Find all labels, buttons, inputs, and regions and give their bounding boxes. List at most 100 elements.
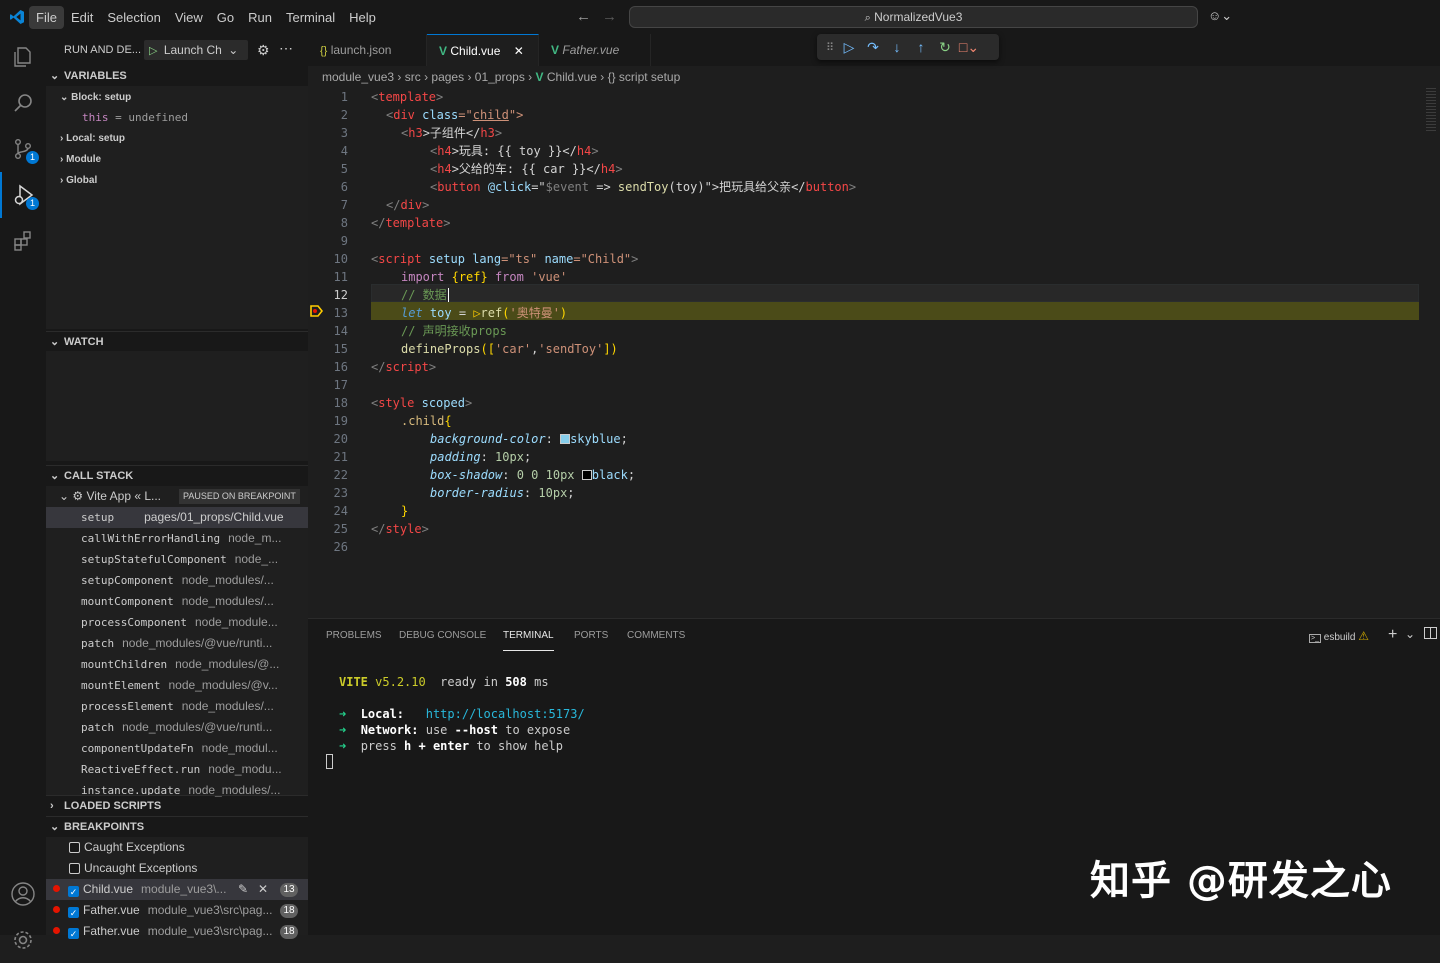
explorer-icon[interactable] — [0, 34, 46, 80]
frame-path: node_modules/@... — [175, 657, 280, 671]
tab-child-vue[interactable]: V Child.vue ✕ — [427, 34, 539, 66]
variable-this[interactable]: this = undefined — [46, 107, 308, 128]
call-stack-header[interactable]: ⌄ CALL STACK — [46, 465, 308, 485]
color-swatch-skyblue[interactable] — [560, 434, 571, 444]
tab-comments[interactable]: COMMENTS — [627, 619, 685, 653]
more-actions-icon[interactable]: ⋯ — [279, 40, 293, 57]
menu-help[interactable]: Help — [342, 6, 383, 29]
tab-problems[interactable]: PROBLEMS — [326, 619, 382, 653]
call-stack-thread[interactable]: ⌄ ⚙ Vite App « L... PAUSED ON BREAKPOINT — [46, 486, 308, 507]
stack-frame[interactable]: processComponent node_module... — [46, 612, 308, 633]
tab-launch-json[interactable]: {} launch.json — [308, 34, 427, 66]
scope-module[interactable]: › Module — [46, 149, 308, 170]
new-terminal-plus-icon[interactable]: + — [1388, 626, 1397, 644]
tab-father-vue[interactable]: V Father.vue — [539, 34, 651, 66]
breakpoint-checkbox[interactable]: ✓ — [68, 886, 79, 897]
stack-frame[interactable]: mountComponent node_modules/... — [46, 591, 308, 612]
back-arrow-icon[interactable]: ← — [576, 8, 591, 25]
split-layout-icon[interactable] — [1424, 627, 1437, 639]
step-into-icon[interactable]: ↓ — [885, 36, 909, 58]
breadcrumb-item[interactable]: 01_props — [475, 70, 525, 84]
drag-handle-icon[interactable]: ⠿ — [823, 36, 837, 58]
stop-icon[interactable]: □⌄ — [957, 36, 981, 58]
edit-pencil-icon[interactable]: ✎ — [238, 879, 248, 900]
stack-frame[interactable]: setupStatefulComponent node_... — [46, 549, 308, 570]
warning-icon: ⚠ — [1358, 629, 1370, 643]
scope-local-setup[interactable]: › Local: setup — [46, 128, 308, 149]
stack-frame[interactable]: mountElement node_modules/@v... — [46, 675, 308, 696]
tab-terminal[interactable]: TERMINAL — [503, 622, 554, 651]
breakpoint-row[interactable]: ✓ Father.vue module_vue3\src\pag... 18 — [46, 921, 308, 942]
terminal-instance[interactable]: >_ esbuild ⚠ — [1309, 628, 1369, 644]
settings-gear-icon[interactable]: ⚙ — [257, 42, 270, 59]
close-icon[interactable]: ✕ — [514, 44, 524, 58]
frame-name: patch — [81, 637, 115, 650]
menu-go[interactable]: Go — [210, 6, 241, 29]
step-over-icon[interactable]: ↷ — [861, 36, 885, 58]
stack-frame[interactable]: mountChildren node_modules/@... — [46, 654, 308, 675]
loaded-scripts-header[interactable]: › LOADED SCRIPTS — [46, 795, 308, 815]
caught-exceptions-row[interactable]: Caught Exceptions — [46, 837, 308, 858]
breakpoints-header[interactable]: ⌄ BREAKPOINTS — [46, 816, 308, 836]
color-swatch-black[interactable] — [581, 470, 592, 480]
menu-edit[interactable]: Edit — [64, 6, 100, 29]
line-number: 15 — [333, 342, 348, 356]
uncaught-exceptions-checkbox[interactable] — [69, 863, 80, 874]
tab-ports[interactable]: PORTS — [574, 619, 608, 653]
stack-frame[interactable]: patch node_modules/@vue/runti... — [46, 717, 308, 738]
stack-frame[interactable]: patch node_modules/@vue/runti... — [46, 633, 308, 654]
code-line-5: <h4>父给的车: {{ car }}</h4> — [430, 162, 623, 176]
scope-global[interactable]: › Global — [46, 170, 308, 191]
menu-view[interactable]: View — [168, 6, 210, 29]
breadcrumb-item[interactable]: pages — [431, 70, 464, 84]
source-control-icon[interactable]: 1 — [0, 126, 46, 172]
stack-frame[interactable]: ReactiveEffect.run node_modu... — [46, 759, 308, 780]
breakpoint-checkbox[interactable]: ✓ — [68, 907, 79, 918]
breakpoint-checkbox[interactable]: ✓ — [68, 928, 79, 939]
line-number: 14 — [333, 324, 348, 338]
watch-header[interactable]: ⌄ WATCH — [46, 331, 308, 351]
chevron-down-icon: ⌄ — [228, 43, 239, 57]
stack-frame[interactable]: setupComponent node_modules/... — [46, 570, 308, 591]
menu-terminal[interactable]: Terminal — [279, 6, 342, 29]
chevron-down-icon: ⌄ — [60, 92, 69, 103]
restart-icon[interactable]: ↻ — [933, 36, 957, 58]
watch-title: WATCH — [64, 336, 104, 348]
tab-debug-console[interactable]: DEBUG CONSOLE — [399, 619, 486, 653]
menu-run[interactable]: Run — [241, 6, 279, 29]
copilot-icon[interactable]: ☺⌄ — [1208, 8, 1232, 24]
account-icon[interactable] — [0, 871, 46, 917]
breadcrumb-item[interactable]: src — [405, 70, 421, 84]
stack-frame[interactable]: componentUpdateFn node_modul... — [46, 738, 308, 759]
menu-selection[interactable]: Selection — [100, 6, 167, 29]
menu-file[interactable]: File — [29, 5, 64, 29]
search-activity-icon[interactable] — [0, 80, 46, 126]
manage-gear-icon[interactable] — [0, 917, 46, 963]
stack-frame[interactable]: setup pages/01_props/Child.vue — [46, 507, 308, 528]
breakpoint-row[interactable]: ✓ Father.vue module_vue3\src\pag... 18 — [46, 900, 308, 921]
minimap-scrollbar[interactable] — [1426, 88, 1440, 618]
code-editor[interactable]: 1 2 3 4 5 6 7 8 9 10 11 12 13 14 15 16 1… — [308, 88, 1440, 618]
continue-icon[interactable]: ▷ — [837, 36, 861, 58]
remove-close-icon[interactable]: ✕ — [258, 879, 268, 900]
forward-arrow-icon[interactable]: → — [602, 8, 617, 25]
breadcrumb-item[interactable]: module_vue3 — [322, 70, 394, 84]
uncaught-exceptions-row[interactable]: Uncaught Exceptions — [46, 858, 308, 879]
scope-label: Local: setup — [66, 133, 126, 144]
scope-block-setup[interactable]: ⌄ Block: setup — [46, 87, 308, 108]
step-out-icon[interactable]: ↑ — [909, 36, 933, 58]
caught-exceptions-checkbox[interactable] — [69, 842, 80, 853]
stack-frame[interactable]: processElement node_modules/... — [46, 696, 308, 717]
breadcrumb-item[interactable]: {} script setup — [608, 70, 681, 84]
breakpoint-row[interactable]: ✓ Child.vue module_vue3\... ✎ ✕ 13 — [46, 879, 308, 900]
chevron-down-icon[interactable]: ⌄ — [1405, 627, 1415, 641]
stack-frame[interactable]: callWithErrorHandling node_m... — [46, 528, 308, 549]
breadcrumb-item[interactable]: Child.vue — [547, 70, 597, 84]
command-center[interactable]: ⌕ NormalizedVue3 — [629, 6, 1198, 28]
launch-config-select[interactable]: ▷ Launch Ch ⌄ — [144, 40, 248, 60]
variable-value: undefined — [128, 111, 188, 124]
start-debugging-icon[interactable]: ▷ — [149, 45, 157, 57]
extensions-icon[interactable] — [0, 218, 46, 264]
variables-header[interactable]: ⌄ VARIABLES — [46, 66, 308, 86]
run-debug-icon[interactable]: 1 — [0, 172, 46, 218]
